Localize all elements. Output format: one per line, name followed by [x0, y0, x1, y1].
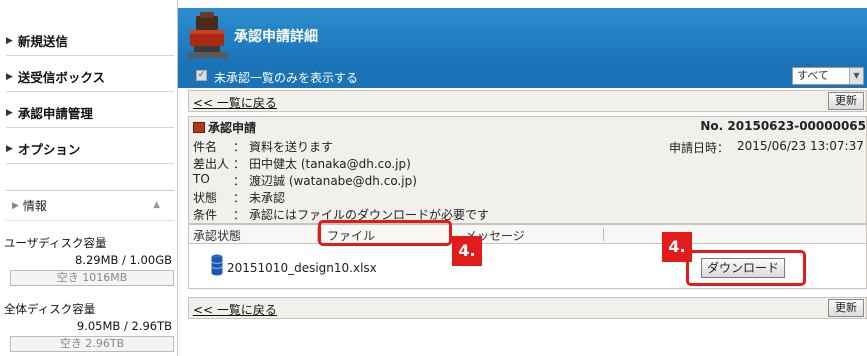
file-table-header: 承認状態 ファイル メッセージ — [188, 224, 867, 244]
total-disk-free: 空き 2.96TB — [10, 336, 174, 352]
bottom-nav-row: << 一覧に戻る 更新 — [188, 297, 867, 319]
detail-heading-text: 承認申請 — [208, 121, 257, 135]
total-disk-label: 全体ディスク容量 — [4, 302, 96, 316]
request-date-value: 2015/06/23 13:07:37 — [737, 139, 864, 153]
database-icon — [211, 254, 223, 276]
sidebar: ▶ 新規送信 ▶ 送受信ボックス ▶ 承認申請管理 ▶ オプション ▶ 情報 ▲… — [0, 0, 178, 356]
triangle-right-icon: ▶ — [12, 200, 19, 211]
main-panel: 承認申請詳細 ✓ 未承認一覧のみを表示する すべて ▼ << 一覧に戻る 更新 … — [178, 0, 867, 356]
sidebar-item-label: 送受信ボックス — [17, 70, 106, 85]
field-label-to: TO — [193, 172, 210, 186]
unapproved-only-label[interactable]: 未承認一覧のみを表示する — [214, 69, 358, 86]
back-to-list-link-bottom[interactable]: << 一覧に戻る — [193, 301, 277, 318]
approval-stamp-icon — [188, 12, 228, 58]
detail-heading: 承認申請 — [193, 119, 256, 136]
field-value-to: 渡辺誠 (watanabe@dh.co.jp) — [249, 174, 417, 188]
field-label-status: 状態 — [193, 191, 218, 205]
sidebar-item-approval-management[interactable]: ▶ 承認申請管理 — [6, 98, 174, 128]
sidebar-item-label: 新規送信 — [17, 34, 68, 49]
sidebar-item-label: 承認申請管理 — [17, 106, 93, 121]
sidebar-item-send-receive-box[interactable]: ▶ 送受信ボックス — [6, 62, 174, 92]
field-value-sender: 田中健太 (tanaka@dh.co.jp) — [249, 157, 411, 171]
back-to-list-link[interactable]: << 一覧に戻る — [193, 94, 277, 111]
field-value-subject: 資料を送ります — [249, 140, 334, 154]
info-panel-header[interactable]: ▶ 情報 ▲ — [6, 191, 174, 221]
refresh-button-bottom[interactable]: 更新 — [828, 299, 864, 317]
file-name-link[interactable]: 20151010_design10.xlsx — [227, 261, 377, 275]
field-label-subject: 件名 — [193, 140, 218, 154]
refresh-button[interactable]: 更新 — [828, 92, 864, 110]
info-panel: ▶ 情報 ▲ ユーザディスク容量 8.29MB / 1.00GB 空き 1016… — [4, 190, 174, 352]
status-filter-select[interactable]: すべて ▼ — [792, 67, 864, 85]
user-disk-label: ユーザディスク容量 — [4, 236, 107, 250]
filter-bar: ✓ 未承認一覧のみを表示する すべて ▼ — [178, 64, 867, 88]
triangle-right-icon: ▶ — [6, 107, 13, 118]
request-number: No. 20150623-00000065 — [700, 119, 866, 133]
chevron-down-icon[interactable]: ▼ — [849, 68, 863, 84]
user-disk-value: 8.29MB / 1.00GB — [74, 253, 172, 267]
triangle-right-icon: ▶ — [6, 143, 13, 154]
triangle-right-icon: ▶ — [6, 71, 13, 82]
field-label-sender: 差出人 — [193, 157, 230, 171]
collapse-up-icon[interactable]: ▲ — [153, 200, 160, 210]
sidebar-item-options[interactable]: ▶ オプション — [6, 134, 174, 164]
unapproved-only-checkbox[interactable]: ✓ — [196, 70, 207, 81]
page-title: 承認申請詳細 — [234, 29, 318, 45]
download-button-highlight — [686, 250, 806, 286]
column-approval-status: 承認状態 — [193, 229, 242, 243]
approval-detail: 承認申請 No. 20150623-00000065 件名 ： 資料を送ります … — [188, 116, 867, 224]
info-panel-title: 情報 — [22, 199, 47, 213]
field-label-condition: 条件 — [193, 208, 218, 222]
sidebar-item-label: オプション — [17, 142, 81, 157]
request-date-label: 申請日時： — [669, 141, 730, 155]
top-nav-row: << 一覧に戻る 更新 — [188, 90, 867, 112]
status-filter-value: すべて — [797, 69, 829, 82]
total-disk-value: 9.05MB / 2.96TB — [76, 319, 172, 333]
title-bar: 承認申請詳細 — [178, 8, 867, 64]
approval-request-icon — [193, 122, 205, 133]
triangle-right-icon: ▶ — [6, 35, 13, 46]
field-value-status: 未承認 — [249, 191, 286, 205]
step-badge-file: 4. — [452, 236, 482, 266]
user-disk-free: 空き 1016MB — [10, 270, 174, 286]
sidebar-item-new-send[interactable]: ▶ 新規送信 — [6, 26, 174, 56]
file-column-highlight — [318, 220, 452, 246]
